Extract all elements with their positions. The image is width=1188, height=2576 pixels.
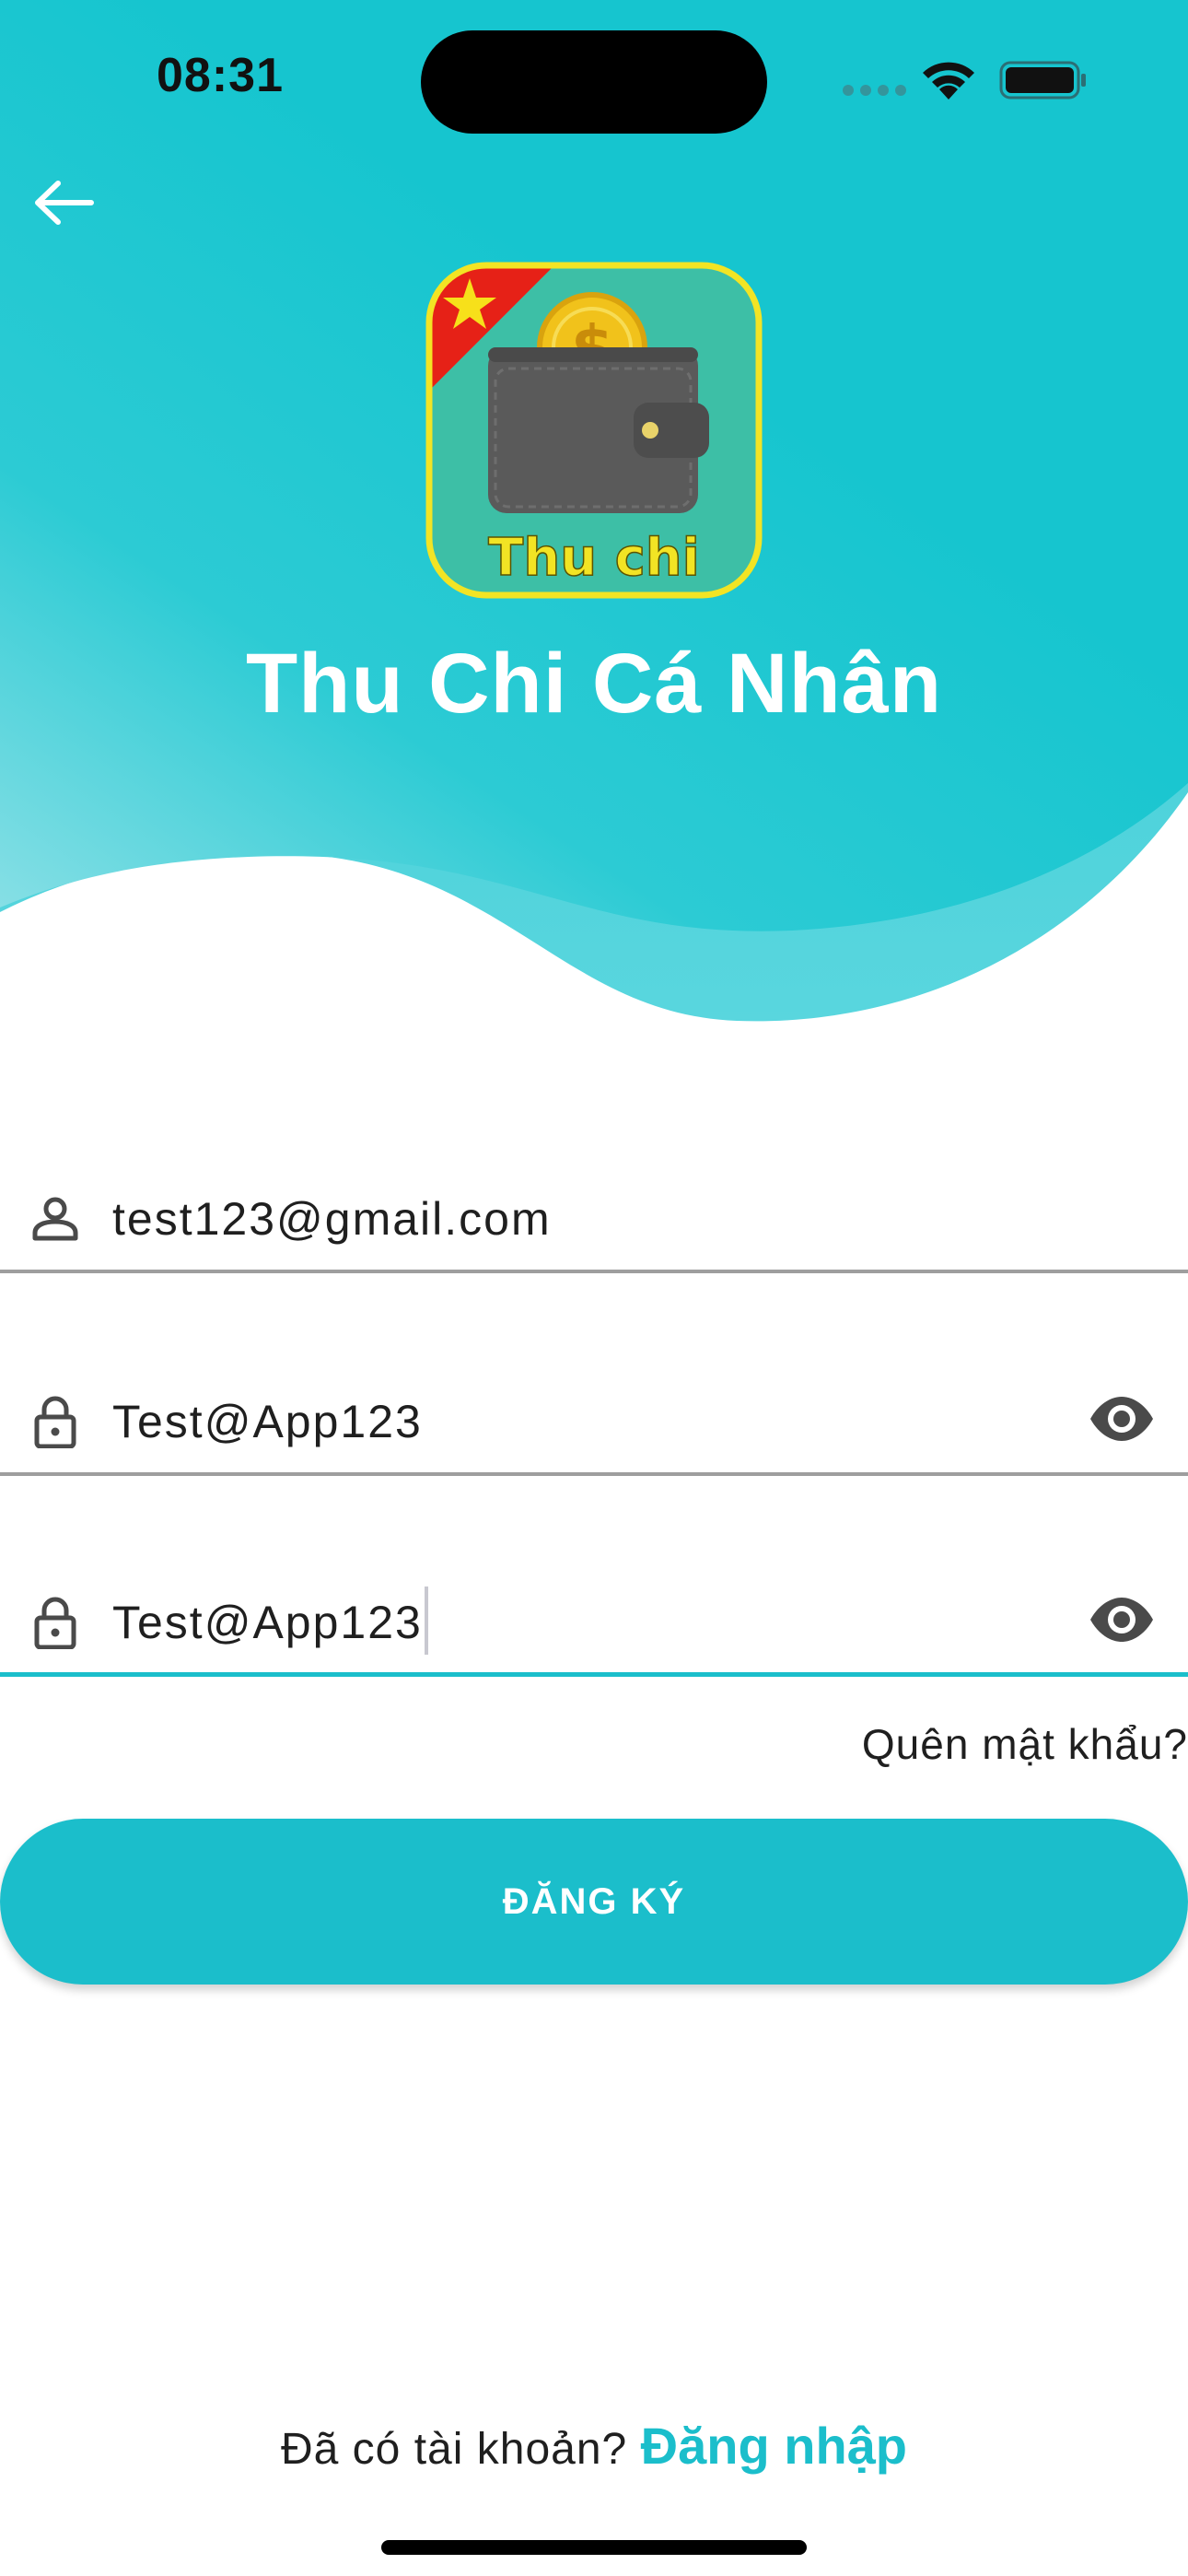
confirm-password-value: Test@App123 [112, 1597, 423, 1648]
wifi-icon [923, 62, 974, 100]
app-title: Thu Chi Cá Nhân [245, 637, 943, 731]
login-row: Đã có tài khoản? Đăng nhập [0, 2416, 1188, 2476]
dynamic-island [421, 30, 767, 134]
login-prompt: Đã có tài khoản? [280, 2425, 628, 2474]
confirm-password-field[interactable]: Test@App123 [0, 1566, 1188, 1677]
password-value[interactable]: Test@App123 [112, 1395, 423, 1448]
forgot-password-link[interactable]: Quên mật khẩu? [862, 1719, 1188, 1769]
eye-icon[interactable] [1087, 1592, 1157, 1647]
login-link[interactable]: Đăng nhập [641, 2417, 907, 2475]
status-time: 08:31 [157, 49, 284, 102]
lock-icon [34, 1597, 76, 1649]
email-underline [0, 1270, 1188, 1273]
lock-icon [34, 1396, 76, 1448]
battery-icon [999, 61, 1086, 100]
password-underline [0, 1472, 1188, 1476]
eye-icon[interactable] [1087, 1391, 1157, 1446]
logo-label: Thu chi [488, 528, 700, 588]
cellular-signal-icon [843, 85, 906, 96]
back-button[interactable] [26, 166, 99, 240]
email-field[interactable]: test123@gmail.com [0, 1163, 1188, 1273]
person-icon [32, 1197, 78, 1241]
password-field[interactable]: Test@App123 [0, 1365, 1188, 1476]
confirm-password-underline [0, 1672, 1188, 1677]
arrow-left-icon [35, 181, 94, 225]
confirm-password-text[interactable]: Test@App123 [112, 1586, 428, 1655]
app-logo: $ Thu chi [425, 262, 763, 599]
register-button[interactable]: ĐĂNG KÝ [0, 1819, 1188, 1985]
home-indicator[interactable] [381, 2540, 807, 2555]
email-value[interactable]: test123@gmail.com [112, 1192, 552, 1246]
text-cursor [424, 1586, 428, 1655]
